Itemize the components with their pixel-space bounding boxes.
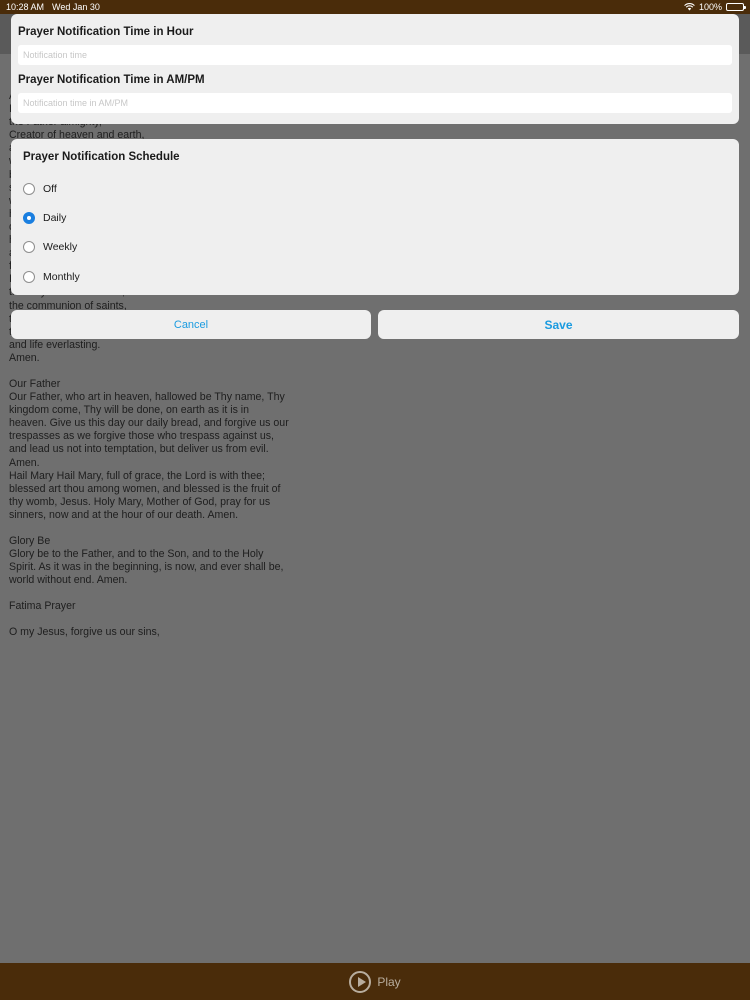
radio-daily[interactable] bbox=[23, 211, 35, 224]
schedule-title: Prayer Notification Schedule bbox=[23, 151, 180, 163]
radio-off[interactable] bbox=[23, 182, 35, 195]
schedule-option-daily[interactable]: Daily bbox=[23, 203, 727, 232]
prayer-fatima-text: O my Jesus, forgive us our sins, bbox=[9, 626, 160, 639]
status-left: 10:28 AM Wed Jan 30 bbox=[6, 2, 100, 12]
status-right: 100% bbox=[684, 2, 746, 12]
radio-weekly[interactable] bbox=[23, 241, 35, 254]
radio-monthly[interactable] bbox=[23, 270, 35, 283]
notification-time-card: Prayer Notification Time in Hour Prayer … bbox=[11, 14, 739, 124]
battery-icon bbox=[726, 3, 746, 11]
prayer-fatima-title: Fatima Prayer bbox=[9, 600, 76, 613]
prayer-our-father: Our Father Our Father, who art in heaven… bbox=[9, 377, 289, 521]
hour-label: Prayer Notification Time in Hour bbox=[18, 26, 194, 38]
notification-hour-input[interactable] bbox=[18, 45, 732, 65]
wifi-icon bbox=[684, 3, 695, 11]
play-label[interactable]: Play bbox=[377, 975, 400, 989]
prayer-glory-be: Glory Be Glory be to the Father, and to … bbox=[9, 535, 284, 587]
radio-label-weekly: Weekly bbox=[43, 241, 78, 254]
save-button[interactable]: Save bbox=[378, 310, 739, 339]
radio-label-off: Off bbox=[43, 182, 57, 195]
battery-percent: 100% bbox=[698, 2, 722, 12]
status-bar: 10:28 AM Wed Jan 30 100% bbox=[0, 0, 750, 14]
schedule-option-weekly[interactable]: Weekly bbox=[23, 233, 727, 262]
play-icon[interactable] bbox=[349, 970, 372, 993]
schedule-option-monthly[interactable]: Monthly bbox=[23, 262, 727, 291]
player-bar: Play bbox=[0, 963, 750, 1000]
schedule-option-off[interactable]: Off bbox=[23, 174, 727, 203]
ampm-label: Prayer Notification Time in AM/PM bbox=[18, 74, 205, 86]
schedule-card: Prayer Notification Schedule Off Daily W… bbox=[11, 139, 739, 295]
status-time: 10:28 AM bbox=[6, 2, 45, 12]
cancel-button[interactable]: Cancel bbox=[11, 310, 371, 339]
radio-label-daily: Daily bbox=[43, 211, 67, 224]
notification-ampm-input[interactable] bbox=[18, 93, 732, 113]
status-date: Wed Jan 30 bbox=[52, 2, 100, 12]
radio-label-monthly: Monthly bbox=[43, 270, 80, 283]
